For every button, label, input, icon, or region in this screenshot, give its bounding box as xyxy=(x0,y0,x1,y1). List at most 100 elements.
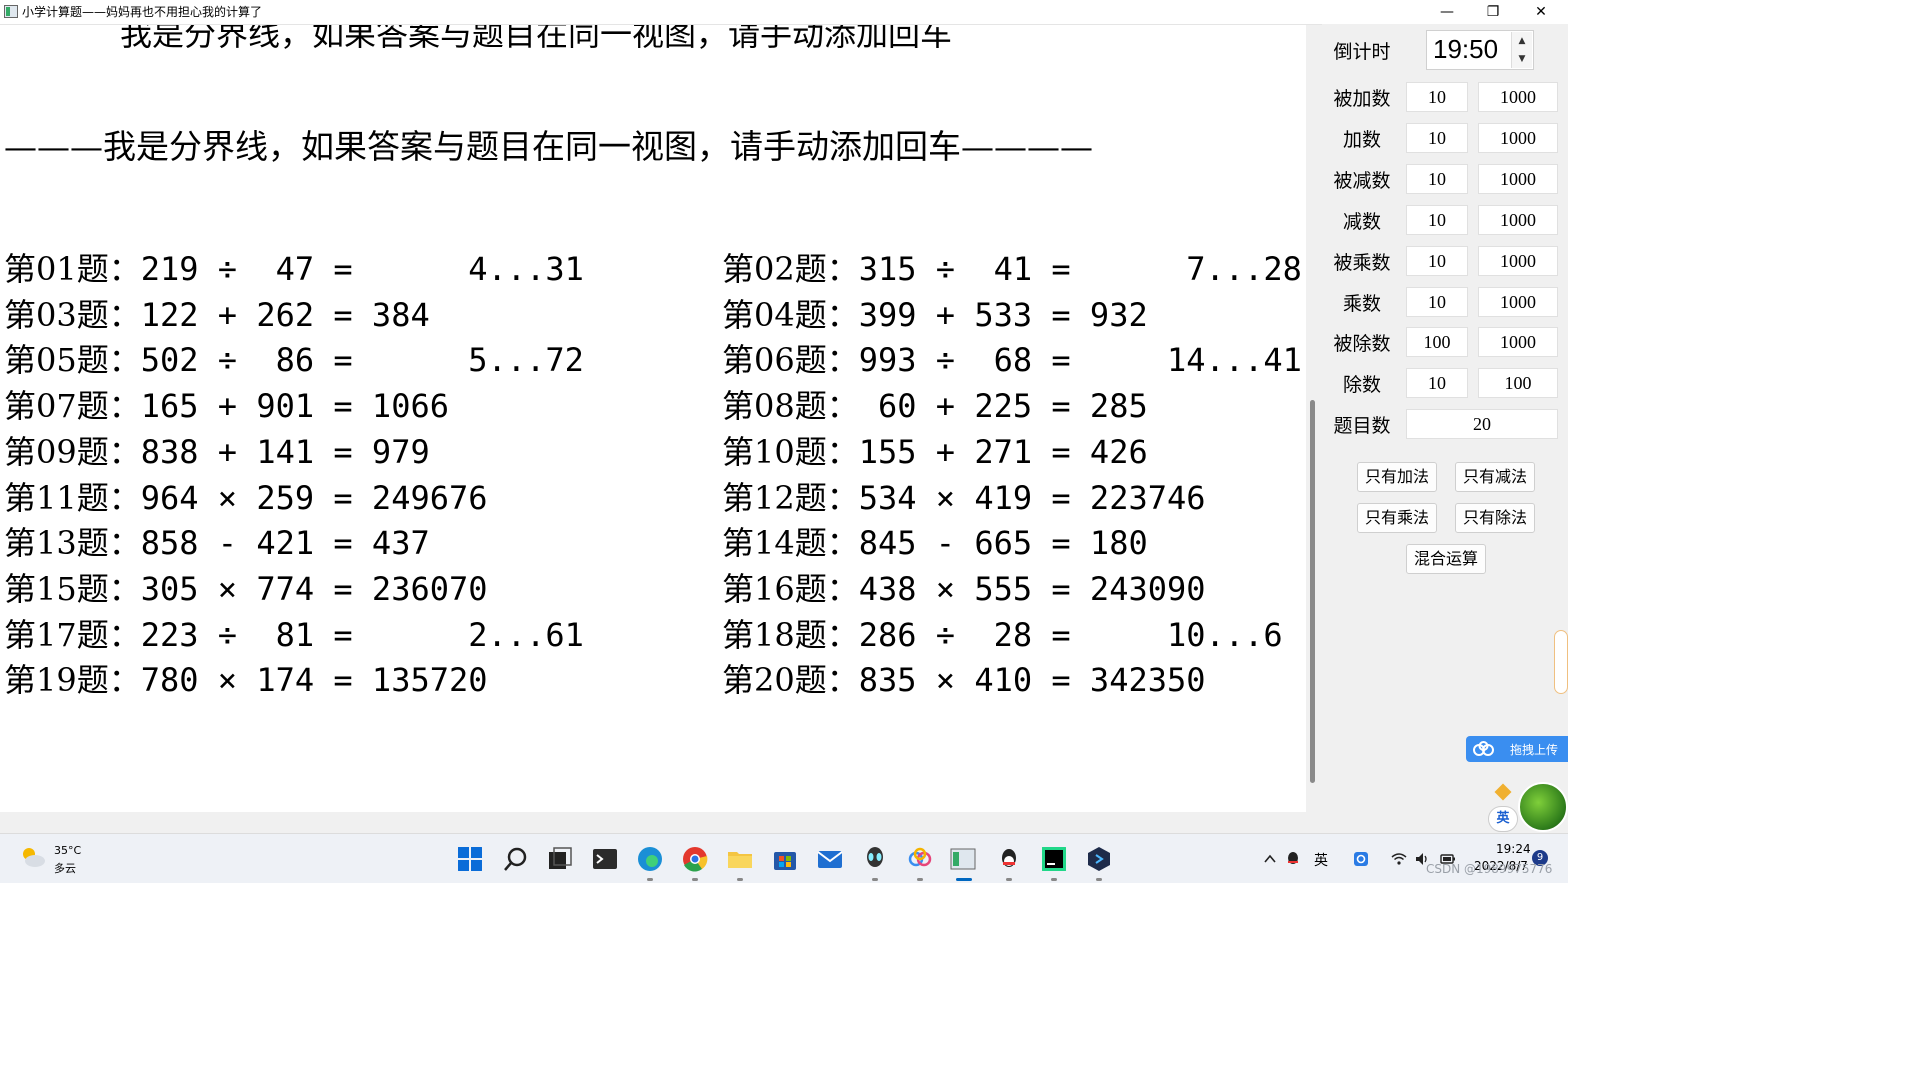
problem-expression: 315 ÷ 41 = 7...28 xyxy=(858,250,1302,288)
mixed-ops-button[interactable]: 混合运算 xyxy=(1406,544,1486,574)
problem-item: 第11题：964 × 259 = 249676 xyxy=(4,476,488,520)
search-icon[interactable] xyxy=(503,846,529,872)
problem-expression: 993 ÷ 68 = 14...41 xyxy=(858,341,1302,380)
range-max-input[interactable]: 1000 xyxy=(1478,204,1558,235)
restore-button[interactable]: ❐ xyxy=(1470,0,1516,24)
calculator-app-icon[interactable] xyxy=(950,846,976,872)
problem-expression: 845 - 665 = 180 xyxy=(858,524,1148,563)
question-count-label: 题目数 xyxy=(1333,415,1391,437)
range-max-input[interactable]: 1000 xyxy=(1478,286,1558,317)
ime-indicator[interactable]: 英 xyxy=(1314,850,1328,870)
problem-item: 第07题：165 + 901 = 1066 xyxy=(4,384,449,428)
quick-app-icon[interactable] xyxy=(1353,851,1369,867)
baidu-netdisk-icon[interactable] xyxy=(907,846,933,872)
pycharm-icon[interactable] xyxy=(1041,846,1067,872)
qq-icon[interactable] xyxy=(996,846,1022,872)
range-min-input[interactable]: 100 xyxy=(1406,327,1468,358)
problem-expression: 122 + 262 = 384 xyxy=(140,295,430,334)
problem-number: 第19题： xyxy=(4,661,141,700)
store-icon[interactable] xyxy=(772,846,798,872)
avatar[interactable] xyxy=(1518,782,1568,832)
problem-expression: 155 + 271 = 426 xyxy=(858,432,1148,471)
qq-tray-icon[interactable] xyxy=(1285,851,1301,867)
terminal-icon[interactable] xyxy=(592,846,618,872)
start-icon[interactable] xyxy=(457,846,483,872)
window-title: 小学计算题——妈妈再也不用担心我的计算了 xyxy=(22,5,263,19)
sub-only-button[interactable]: 只有减法 xyxy=(1455,462,1535,492)
range-min-input[interactable]: 10 xyxy=(1406,163,1468,194)
range-min-input[interactable]: 10 xyxy=(1406,122,1468,153)
wifi-icon[interactable] xyxy=(1391,851,1407,867)
chrome-icon[interactable] xyxy=(682,846,708,872)
scrolled-divider-line: 我是分界线，如果答案与题目在同一视图，请手动添加回车 xyxy=(120,25,953,53)
problem-number: 第13题： xyxy=(4,524,141,563)
floating-ime-badge[interactable]: 英 xyxy=(1488,806,1518,832)
range-min-input[interactable]: 10 xyxy=(1406,245,1468,276)
problem-item: 第08题： 60 + 225 = 285 xyxy=(722,384,1148,428)
problem-expression: 305 × 774 = 236070 xyxy=(140,569,488,608)
range-min-input[interactable]: 10 xyxy=(1406,204,1468,235)
drag-upload-label: 拖拽上传 xyxy=(1510,743,1559,757)
minimize-button[interactable]: — xyxy=(1424,0,1470,24)
problem-number: 第02题： xyxy=(722,250,859,288)
problem-item: 第19题：780 × 174 = 135720 xyxy=(4,658,488,702)
spin-down-icon[interactable]: ▼ xyxy=(1511,50,1532,68)
partly-cloudy-icon xyxy=(23,848,45,867)
problem-view[interactable]: 我是分界线，如果答案与题目在同一视图，请手动添加回车 ———我是分界线，如果答案… xyxy=(0,25,1306,812)
range-max-input[interactable]: 1000 xyxy=(1478,82,1558,112)
range-label: 除数 xyxy=(1342,374,1381,397)
task-view-icon[interactable] xyxy=(547,846,573,872)
problem-item: 第15题：305 × 774 = 236070 xyxy=(4,567,488,611)
range-max-input[interactable]: 1000 xyxy=(1478,245,1558,276)
problem-number: 第07题： xyxy=(4,387,141,426)
countdown-spinbox[interactable]: 19:50 ▲ ▼ xyxy=(1426,30,1534,70)
alien-icon[interactable] xyxy=(862,846,888,872)
title-bar[interactable]: 小学计算题——妈妈再也不用担心我的计算了 — ❐ ✕ xyxy=(0,0,1568,25)
range-min-input[interactable]: 10 xyxy=(1406,286,1468,317)
range-min-input[interactable]: 10 xyxy=(1406,82,1468,112)
problem-expression: 534 × 419 = 223746 xyxy=(858,478,1206,517)
mail-icon[interactable] xyxy=(817,846,843,872)
spin-up-icon[interactable]: ▲ xyxy=(1511,32,1532,51)
cube-app-icon[interactable] xyxy=(1086,846,1112,872)
app-icon xyxy=(4,5,18,18)
weather-temperature: 35°C xyxy=(54,844,82,857)
range-min-input[interactable]: 10 xyxy=(1406,368,1468,399)
main-scrollbar-thumb[interactable] xyxy=(1310,400,1315,783)
countdown-value: 19:50 xyxy=(1433,34,1499,64)
range-label: 被除数 xyxy=(1333,333,1391,356)
problem-expression: 780 × 174 = 135720 xyxy=(140,661,488,700)
chevron-up-icon[interactable] xyxy=(1262,851,1278,867)
qq-running-indicator xyxy=(1006,878,1012,881)
clock-time[interactable]: 19:24 xyxy=(1496,842,1531,856)
side-scroll-handle[interactable] xyxy=(1554,630,1568,694)
problem-number: 第05题： xyxy=(4,341,141,380)
problem-number: 第10题： xyxy=(722,432,859,471)
range-max-input[interactable]: 1000 xyxy=(1478,122,1558,153)
folder-running-indicator xyxy=(737,878,743,881)
range-max-input[interactable]: 100 xyxy=(1478,368,1558,399)
countdown-label: 倒计时 xyxy=(1333,41,1391,63)
edge-browser-icon[interactable] xyxy=(637,846,663,872)
problem-number: 第20题： xyxy=(722,661,859,700)
add-only-button[interactable]: 只有加法 xyxy=(1357,462,1437,492)
alien-running-indicator xyxy=(872,878,878,881)
problem-expression: 286 ÷ 28 = 10...6 xyxy=(858,615,1283,654)
problem-number: 第09题： xyxy=(4,432,141,471)
divider-line: ———我是分界线，如果答案与题目在同一视图，请手动添加回车———— xyxy=(4,127,1093,166)
edge-running-indicator xyxy=(647,878,653,881)
problem-expression: 838 + 141 = 979 xyxy=(140,432,430,471)
app-window: 小学计算题——妈妈再也不用担心我的计算了 — ❐ ✕ 我是分界线，如果答案与题目… xyxy=(0,0,1568,833)
range-max-input[interactable]: 1000 xyxy=(1478,327,1558,358)
close-button[interactable]: ✕ xyxy=(1518,0,1564,24)
div-only-button[interactable]: 只有除法 xyxy=(1455,503,1535,533)
active-app-indicator xyxy=(956,878,972,881)
problem-expression: 835 × 410 = 342350 xyxy=(858,661,1206,700)
problem-number: 第17题： xyxy=(4,615,141,654)
question-count-input[interactable]: 20 xyxy=(1406,409,1558,439)
folder-icon[interactable] xyxy=(727,846,753,872)
mul-only-button[interactable]: 只有乘法 xyxy=(1357,503,1437,533)
drag-upload-badge[interactable]: 拖拽上传 xyxy=(1466,736,1568,762)
range-max-input[interactable]: 1000 xyxy=(1478,163,1558,194)
problem-number: 第12题： xyxy=(722,478,859,517)
